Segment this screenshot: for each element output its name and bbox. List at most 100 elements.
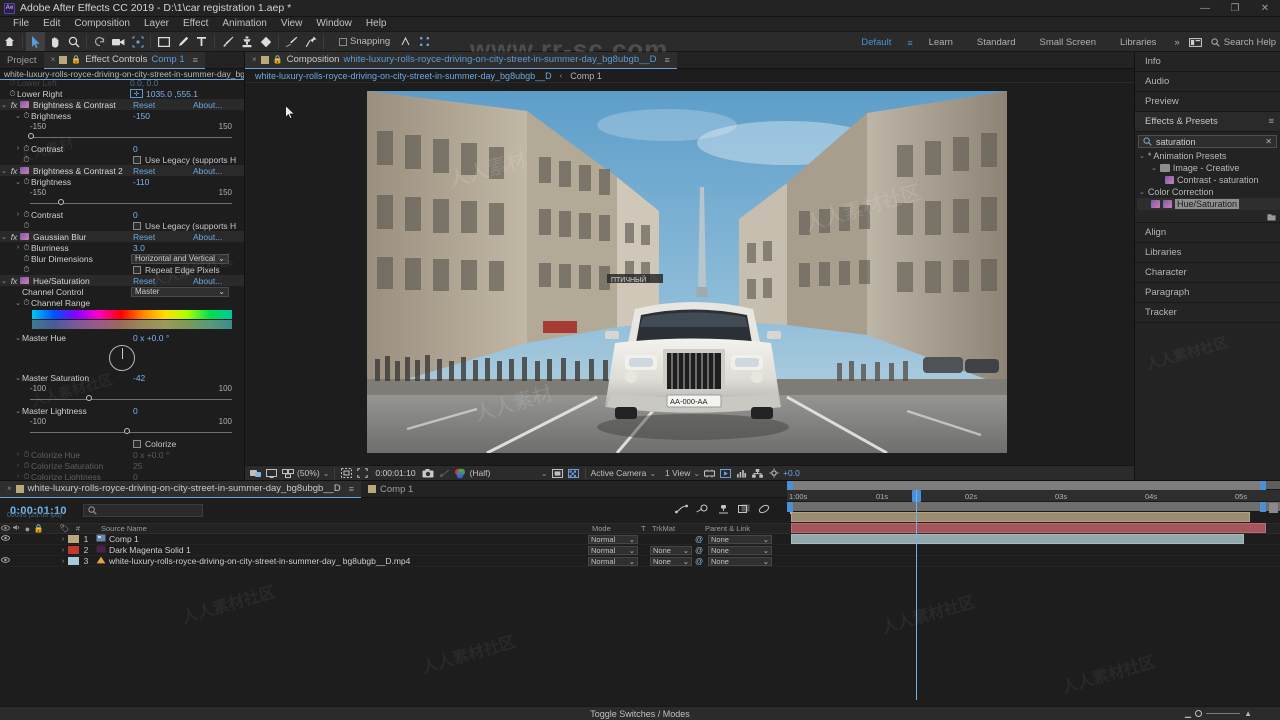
roto-brush-tool-icon[interactable] xyxy=(282,32,301,51)
reset-link[interactable]: Reset xyxy=(133,232,155,242)
zoom-out-icon[interactable]: ▁ xyxy=(1185,709,1191,718)
param-value[interactable]: -150 xyxy=(133,111,150,121)
minimize-button[interactable]: — xyxy=(1190,0,1220,17)
panel-tracker[interactable]: Tracker xyxy=(1135,303,1280,323)
tab-effect-controls[interactable]: × 🔒 Effect Controls Comp 1 ≡ xyxy=(43,51,205,69)
panel-audio[interactable]: Audio xyxy=(1135,72,1280,92)
tree-contrast-saturation[interactable]: Contrast - saturation xyxy=(1137,174,1280,186)
menu-help[interactable]: Help xyxy=(359,17,394,31)
puppet-pin-tool-icon[interactable] xyxy=(301,32,320,51)
param-lower-left-value[interactable]: 0.0, 0.0 xyxy=(130,80,158,88)
menu-animation[interactable]: Animation xyxy=(215,17,273,31)
toggle-switches-modes-button[interactable]: Toggle Switches / Modes xyxy=(590,709,690,719)
close-icon[interactable]: × xyxy=(252,55,257,64)
layer-mode-dropdown[interactable]: Normal ⌄ xyxy=(588,545,638,555)
brush-tool-icon[interactable] xyxy=(218,32,237,51)
chevron-down-icon[interactable]: ⌄ xyxy=(1151,164,1157,172)
param-channel-control[interactable]: Channel Control Master ⌄ xyxy=(0,286,244,297)
param-colorize-lightness[interactable]: › ⏱ Colorize Lightness 0 xyxy=(0,471,244,481)
parent-pick-whip-icon[interactable]: @ xyxy=(695,535,703,544)
hue-spectrum-bar[interactable] xyxy=(32,310,232,319)
param-value[interactable]: -42 xyxy=(133,373,145,383)
effect-brightness-contrast-1[interactable]: ⌄ fx Brightness & Contrast Reset About..… xyxy=(0,99,244,110)
show-snapshot-icon[interactable] xyxy=(438,467,451,480)
brainstorm-icon[interactable] xyxy=(717,504,730,517)
effects-search-field[interactable]: saturation ✕ xyxy=(1138,135,1277,148)
parent-pick-whip-icon[interactable]: @ xyxy=(695,546,703,555)
workspace-default[interactable]: Default xyxy=(849,32,903,53)
chevron-right-icon[interactable]: › xyxy=(14,145,22,152)
param-lower-left[interactable]: ⏱ Lower Left 0.0, 0.0 xyxy=(0,80,244,88)
pan-behind-tool-icon[interactable] xyxy=(128,32,147,51)
panel-menu-icon[interactable]: ≡ xyxy=(349,484,354,494)
param-brightness-1[interactable]: ⌄ ⏱ Brightness -150 xyxy=(0,110,244,121)
tree-animation-presets[interactable]: ⌄ * Animation Presets xyxy=(1137,150,1280,162)
panel-menu-icon[interactable]: ≡ xyxy=(193,55,198,65)
slider-master-saturation[interactable]: -100 100 xyxy=(0,383,244,394)
layer-trkmat-dropdown[interactable]: None ⌄ xyxy=(650,545,692,555)
stopwatch-icon[interactable]: ⏱ xyxy=(22,155,31,165)
param-contrast-1[interactable]: › ⏱ Contrast 0 xyxy=(0,143,244,154)
menu-layer[interactable]: Layer xyxy=(137,17,176,31)
zoom-slider-knob[interactable] xyxy=(1195,710,1203,717)
panel-character[interactable]: Character xyxy=(1135,263,1280,283)
param-master-lightness[interactable]: ⌄ Master Lightness 0 xyxy=(0,405,244,416)
breadcrumb-current[interactable]: white-luxury-rolls-royce-driving-on-city… xyxy=(255,71,552,81)
effect-gaussian-blur[interactable]: ⌄ fx Gaussian Blur Reset About... xyxy=(0,231,244,242)
close-button[interactable]: ✕ xyxy=(1250,0,1280,17)
chevron-down-icon[interactable]: ⌄ xyxy=(14,299,22,307)
layer-parent-dropdown[interactable]: None ⌄ xyxy=(708,534,772,544)
hue-dial[interactable] xyxy=(109,345,135,371)
layer-mode-dropdown[interactable]: Normal ⌄ xyxy=(588,556,638,566)
snapping-grid-icon[interactable] xyxy=(415,32,434,51)
layer-mode-dropdown[interactable]: Normal ⌄ xyxy=(588,534,638,544)
use-legacy-checkbox[interactable] xyxy=(133,221,141,230)
stopwatch-icon[interactable]: ⏱ xyxy=(22,243,31,253)
channel-rgb-icon[interactable] xyxy=(454,467,467,480)
home-icon[interactable] xyxy=(0,32,19,51)
about-link[interactable]: About... xyxy=(193,232,222,242)
stopwatch-icon[interactable]: ⏱ xyxy=(22,461,31,471)
eraser-tool-icon[interactable] xyxy=(256,32,275,51)
zoom-in-icon[interactable]: ▲ xyxy=(1244,709,1252,718)
param-value[interactable]: 25 xyxy=(133,461,142,471)
camera-view-dropdown[interactable]: Active Camera ⌄ xyxy=(591,468,656,478)
slider-brightness-1[interactable]: -150 150 xyxy=(0,121,244,132)
effect-hue-saturation[interactable]: ⌄ fx Hue/Saturation Reset About... xyxy=(0,275,244,286)
stopwatch-icon[interactable]: ⏱ xyxy=(22,298,31,308)
work-area-start-handle-2[interactable] xyxy=(787,502,793,512)
new-folder-icon[interactable] xyxy=(1267,212,1276,221)
param-contrast-2[interactable]: › ⏱ Contrast 0 xyxy=(0,209,244,220)
tree-color-correction[interactable]: ⌄ Color Correction xyxy=(1137,186,1280,198)
time-ruler[interactable]: 1:00s 01s 02s 03s 04s 05s xyxy=(787,490,1280,502)
repeat-edge-checkbox[interactable] xyxy=(133,265,141,274)
breadcrumb-parent[interactable]: Comp 1 xyxy=(570,71,602,81)
chevron-down-icon[interactable]: ⌄ xyxy=(14,178,22,186)
hand-tool-icon[interactable] xyxy=(45,32,64,51)
chevron-down-icon[interactable]: ⌄ xyxy=(0,233,8,241)
main-viewer-icon[interactable] xyxy=(265,467,278,480)
menu-effect[interactable]: Effect xyxy=(176,17,215,31)
timeline-tab-comp1[interactable]: Comp 1 xyxy=(361,481,420,498)
menu-composition[interactable]: Composition xyxy=(67,17,137,31)
chevron-down-icon[interactable]: ⌄ xyxy=(1139,152,1145,160)
tab-composition[interactable]: × 🔒 Composition white-luxury-rolls-royce… xyxy=(245,51,677,69)
search-help[interactable]: Search Help xyxy=(1205,37,1276,48)
param-value[interactable]: 0 x +0.0 ° xyxy=(133,333,169,343)
region-preview-icon[interactable] xyxy=(551,467,564,480)
param-lower-right[interactable]: ⏱ Lower Right ✛ 1035.0 ,555.1 xyxy=(0,88,244,99)
work-area-bar[interactable] xyxy=(787,481,1280,490)
layer-bar-2[interactable] xyxy=(791,523,1266,533)
param-value[interactable]: 0 xyxy=(133,144,138,154)
slider-track-master-lightness[interactable] xyxy=(0,427,244,438)
layer-label-color[interactable] xyxy=(68,557,79,565)
reset-link[interactable]: Reset xyxy=(133,166,155,176)
reset-link[interactable]: Reset xyxy=(133,100,155,110)
channel-control-dropdown[interactable]: Master ⌄ xyxy=(131,286,229,297)
maximize-button[interactable]: ❐ xyxy=(1220,0,1250,17)
layer-visibility-icon[interactable] xyxy=(0,557,11,565)
chevron-down-icon[interactable]: ⌄ xyxy=(0,167,8,175)
chevron-down-icon[interactable]: ⌄ xyxy=(14,334,22,342)
draft-3d-icon[interactable] xyxy=(758,504,770,517)
composition-viewer[interactable]: ПТИЧНЫЙ AA-000-AA 人人素材 人人素材社区 人人素材 xyxy=(245,83,1134,465)
